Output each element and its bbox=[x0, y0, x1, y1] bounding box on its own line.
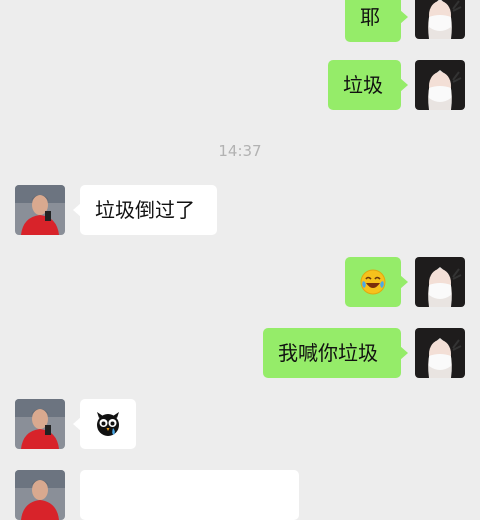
my-avatar[interactable] bbox=[415, 328, 465, 378]
message-text: 垃圾 bbox=[343, 73, 383, 97]
contact-message-bubble[interactable] bbox=[80, 470, 299, 520]
my-message-bubble[interactable]: 我喊你垃圾 bbox=[263, 328, 408, 378]
crying-owl-sticker-icon bbox=[80, 399, 136, 449]
message-text: 耶 bbox=[360, 5, 380, 29]
my-message-bubble[interactable]: 耶 bbox=[345, 0, 408, 42]
my-avatar[interactable] bbox=[415, 60, 465, 110]
contact-avatar[interactable] bbox=[15, 185, 65, 235]
contact-avatar[interactable] bbox=[15, 399, 65, 449]
chat-message-list[interactable]: 耶 垃圾 14:37 垃圾倒过了 我喊你垃圾 bbox=[0, 0, 480, 520]
message-timestamp: 14:37 bbox=[218, 142, 262, 160]
message-text: 垃圾倒过了 bbox=[95, 198, 195, 222]
my-avatar[interactable] bbox=[415, 257, 465, 307]
message-text: 我喊你垃圾 bbox=[278, 341, 378, 365]
laughing-crying-emoji-icon bbox=[345, 257, 401, 307]
my-message-bubble[interactable]: 垃圾 bbox=[328, 60, 408, 110]
contact-avatar[interactable] bbox=[15, 470, 65, 520]
contact-sticker-bubble[interactable] bbox=[73, 399, 136, 449]
my-emoji-bubble[interactable] bbox=[345, 257, 408, 307]
contact-message-bubble[interactable]: 垃圾倒过了 bbox=[73, 185, 217, 235]
my-avatar[interactable] bbox=[415, 0, 465, 39]
